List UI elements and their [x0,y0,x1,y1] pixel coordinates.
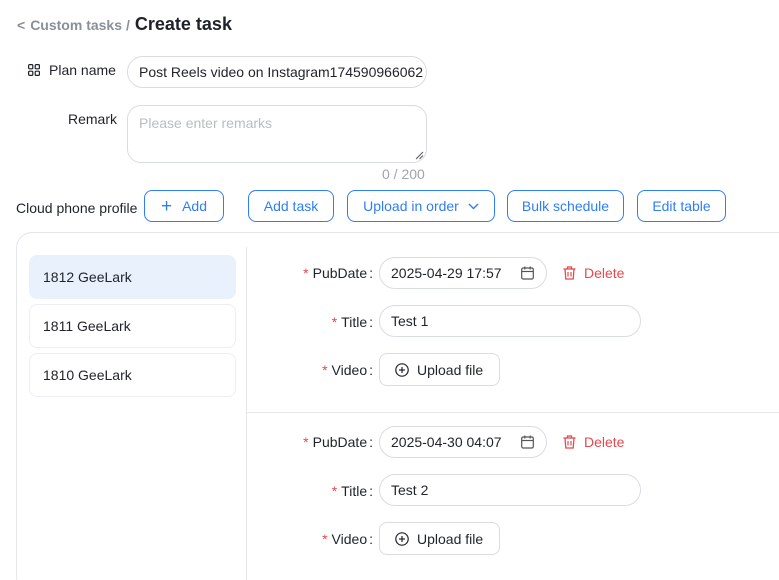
pubdate-label: * PubDate: [303,265,373,281]
delete-label: Delete [584,434,625,450]
plus-circle-icon [395,531,409,546]
plus-circle-icon [395,362,409,377]
add-task-button[interactable]: Add task [248,190,334,222]
remark-char-count: 0 / 200 [382,166,425,182]
delete-task-button[interactable]: Delete [563,434,624,450]
breadcrumb: < Custom tasks / Create task [17,14,232,35]
title-label: * Title: [331,314,373,330]
profile-item-1812[interactable]: 1812 GeeLark [29,255,236,299]
upload-in-order-label: Upload in order [363,198,459,214]
delete-label: Delete [584,265,625,281]
upload-file-button[interactable]: Upload file [379,353,500,386]
task-divider [247,412,779,413]
panel-divider-vertical [246,247,247,580]
resize-grip-icon[interactable] [415,151,424,160]
trash-icon [563,435,576,449]
chevron-down-icon [468,203,479,209]
profile-item-1811[interactable]: 1811 GeeLark [29,304,236,348]
video-label: * Video: [322,362,373,378]
pubdate-value: 2025-04-29 17:57 [391,265,502,281]
trash-icon [563,266,576,280]
calendar-icon [521,435,534,449]
calendar-icon [521,266,534,280]
breadcrumb-parent-link[interactable]: < Custom tasks [17,17,122,33]
edit-table-button[interactable]: Edit table [637,190,726,222]
title-input[interactable]: Test 2 [379,474,641,506]
pubdate-picker[interactable]: 2025-04-29 17:57 [379,257,547,289]
plan-name-input[interactable]: Post Reels video on Instagram17459096606… [127,56,427,88]
profile-item-1810[interactable]: 1810 GeeLark [29,353,236,397]
plan-name-label-text: Plan name [49,62,116,78]
upload-in-order-button[interactable]: Upload in order [347,190,495,222]
title-input[interactable]: Test 1 [379,305,641,337]
pubdate-value: 2025-04-30 04:07 [391,434,502,450]
add-profile-button[interactable]: + Add [144,190,224,222]
plus-icon: + [160,195,173,217]
remark-textarea[interactable]: Please enter remarks [127,105,427,163]
title-label: * Title: [331,483,373,499]
page-title: Create task [134,14,232,34]
pubdate-picker[interactable]: 2025-04-30 04:07 [379,426,547,458]
bulk-schedule-button[interactable]: Bulk schedule [507,190,624,222]
breadcrumb-separator: / [126,17,130,33]
upload-file-button[interactable]: Upload file [379,522,500,555]
breadcrumb-parent-label[interactable]: Custom tasks [30,17,122,33]
upload-file-label: Upload file [417,361,484,378]
back-chevron-icon[interactable]: < [17,17,25,33]
remark-placeholder: Please enter remarks [139,115,273,131]
plan-name-label: Plan name [28,62,116,78]
grid-icon [28,64,40,76]
remark-label: Remark [68,111,118,127]
video-label: * Video: [322,531,373,547]
delete-task-button[interactable]: Delete [563,265,624,281]
pubdate-label: * PubDate: [303,434,373,450]
add-profile-button-label: Add [182,198,208,214]
upload-file-label: Upload file [417,530,484,547]
cloud-phone-profile-label: Cloud phone profile [16,200,138,216]
